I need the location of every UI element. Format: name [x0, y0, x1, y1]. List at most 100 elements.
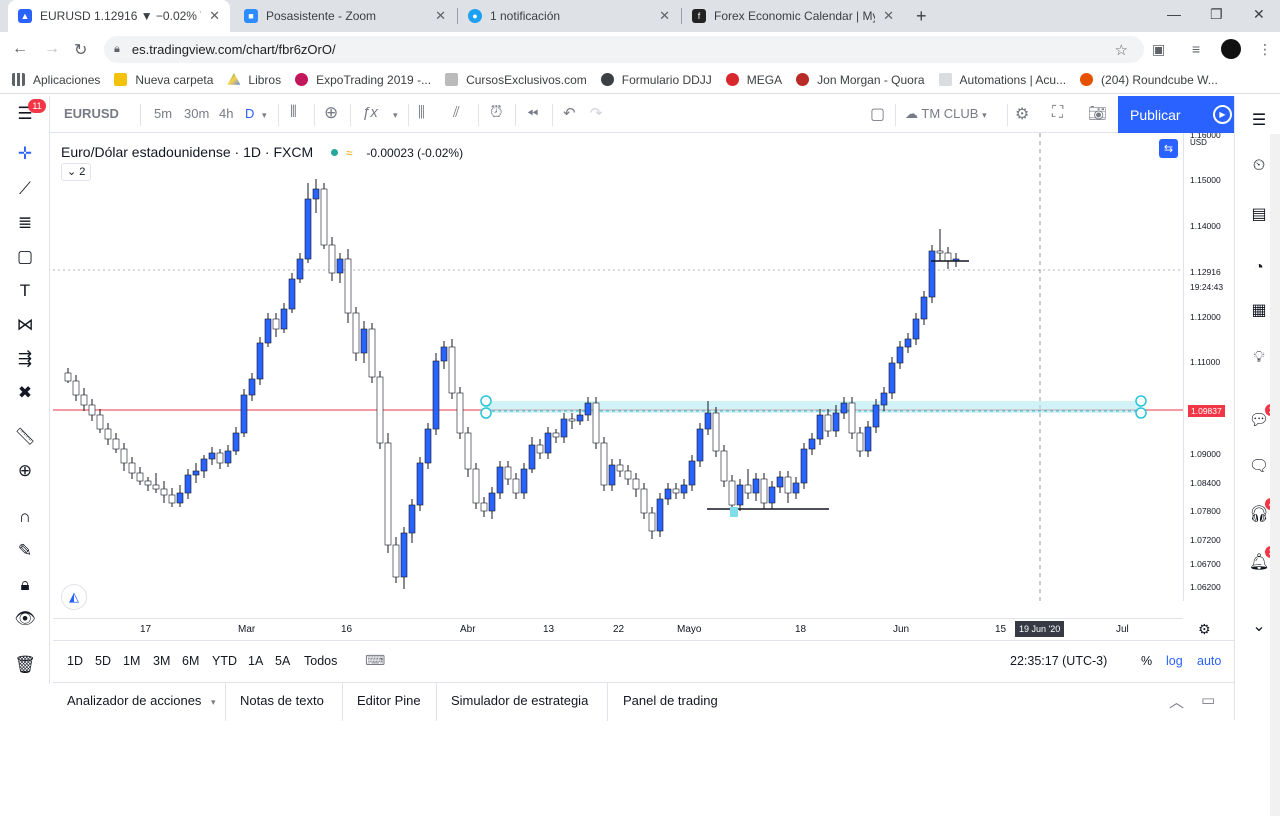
close-icon[interactable]: ✕ — [659, 8, 670, 24]
rectangle-icon[interactable]: ▢ — [12, 244, 38, 270]
chevron-down-icon[interactable]: ▾ — [262, 110, 267, 121]
avatar[interactable] — [1221, 39, 1241, 59]
page-scrollbar[interactable] — [1270, 134, 1280, 816]
interval-5m[interactable]: 5m — [154, 106, 172, 121]
draw-mode-icon[interactable]: ✎ — [12, 538, 38, 564]
fib-icon[interactable]: ≣ — [12, 210, 38, 236]
publish-button[interactable]: Publicar ▶ — [1118, 96, 1240, 133]
text-icon[interactable]: T — [12, 278, 38, 304]
goto-date-icon[interactable]: ⌨︎ — [365, 652, 385, 669]
price-scale[interactable]: USD 1.16000 1.15000 1.14000 1.12000 1.11000 1.… — [1183, 133, 1234, 601]
extension-icon[interactable]: ▣ — [1152, 41, 1165, 58]
maximize-panel-icon[interactable]: ▭ — [1201, 691, 1215, 709]
tab-text-notes[interactable]: Notas de texto — [240, 693, 324, 708]
indicators-icon[interactable]: ƒx — [362, 104, 378, 121]
bookmark-libros[interactable]: Libros — [227, 73, 281, 87]
pattern-icon[interactable]: ⋈ — [12, 312, 38, 338]
tradingview-logo-icon[interactable]: ◭ — [61, 584, 87, 610]
bookmark-folder[interactable]: Nueva carpeta — [114, 73, 213, 87]
details-icon[interactable]: ⏲︎ — [1247, 154, 1271, 178]
calendar-icon[interactable]: ▦ — [1247, 298, 1271, 322]
play-icon[interactable]: ▶ — [1213, 105, 1232, 124]
remove-icon[interactable]: ✖ — [12, 380, 38, 406]
bookmark-mega[interactable]: MEGA — [725, 73, 782, 87]
reading-list-icon[interactable]: ≡ — [1192, 41, 1200, 57]
log-scale-toggle[interactable]: log — [1166, 654, 1183, 668]
layout-icon[interactable]: ▢ — [870, 104, 885, 124]
trash-icon[interactable]: 🗑︎ — [12, 652, 38, 678]
chevron-double-down-icon[interactable]: ⌄ — [1247, 614, 1271, 638]
scroll-to-realtime-icon[interactable]: ⇆ — [1159, 139, 1178, 158]
tab-tradingview[interactable]: ▲ EURUSD 1.12916 ▼ −0.02% TM C ✕ — [8, 0, 230, 32]
layout-name[interactable]: ☁︎ TM CLUB ▾ — [905, 106, 987, 122]
financials-icon[interactable]: ⫼ — [418, 104, 425, 121]
time-scale[interactable]: 19 Jun '20 17 Mar 16 Abr 13 22 Mayo 18 Jun 15 Jul — [53, 618, 1183, 640]
tab-notification[interactable]: ● 1 notificación ✕ — [458, 0, 680, 32]
auto-scale-toggle[interactable]: auto — [1197, 654, 1221, 668]
lock-drawings-icon[interactable]: 🔒︎ — [12, 572, 38, 598]
symbol-description[interactable]: Euro/Dólar estadounidense · 1D · FXCM — [61, 144, 313, 160]
reload-icon[interactable]: ↻ — [74, 40, 87, 60]
range-5d[interactable]: 5D — [95, 654, 111, 668]
range-all[interactable]: Todos — [304, 654, 337, 668]
candlestick-chart[interactable] — [53, 133, 1183, 601]
ruler-icon[interactable]: 📏︎ — [12, 424, 38, 450]
bookmark-automations[interactable]: Automations | Acu... — [938, 73, 1066, 87]
fullscreen-icon[interactable]: ⛶ — [1052, 104, 1063, 122]
bookmark-roundcube[interactable]: (204) Roundcube W... — [1080, 73, 1218, 87]
back-icon[interactable]: ← — [12, 40, 28, 58]
range-6m[interactable]: 6M — [182, 654, 199, 668]
hotlists-icon[interactable]: ◔ — [1247, 256, 1271, 280]
compare-icon[interactable]: ⊕ — [324, 103, 338, 123]
chevron-down-icon[interactable]: ▾ — [393, 110, 398, 121]
range-5a[interactable]: 5A — [275, 654, 290, 668]
scale-settings-icon[interactable]: ⚙︎ — [1198, 621, 1211, 638]
prediction-icon[interactable]: ⇶ — [12, 346, 38, 372]
maximize-icon[interactable]: ❐ — [1210, 6, 1223, 23]
tab-myfxbook[interactable]: f Forex Economic Calendar | Myfxb ✕ — [682, 0, 904, 32]
tab-pine-editor[interactable]: Editor Pine — [357, 693, 421, 708]
watchlist-icon[interactable]: ☰ — [1247, 108, 1271, 132]
replay-icon[interactable]: ⏪︎ — [527, 105, 538, 122]
symbol-search[interactable]: EURUSD — [64, 106, 119, 121]
range-1m[interactable]: 1M — [123, 654, 140, 668]
messages-icon[interactable]: 🗨︎ — [1247, 454, 1271, 478]
tab-zoom[interactable]: ■ Posasistente - Zoom ✕ — [234, 0, 456, 32]
tab-strategy-tester[interactable]: Simulador de estrategia — [451, 693, 588, 708]
forward-icon[interactable]: → — [44, 40, 60, 58]
trendline-icon[interactable]: ⟋ — [12, 176, 38, 202]
chevron-up-icon[interactable]: ︿ — [1169, 691, 1184, 712]
close-window-icon[interactable]: ✕ — [1253, 6, 1265, 23]
bookmark-expotrading[interactable]: ExpoTrading 2019 -... — [295, 73, 431, 87]
range-1a[interactable]: 1A — [248, 654, 263, 668]
bookmark-star-icon[interactable]: ☆ — [1115, 41, 1128, 59]
bookmark-cursos[interactable]: CursosExclusivos.com — [445, 73, 587, 87]
undo-icon[interactable]: ↶ — [563, 104, 576, 122]
tab-stock-screener[interactable]: Analizador de acciones ▾ — [67, 693, 216, 708]
zoom-in-icon[interactable]: ⊕ — [12, 458, 38, 484]
range-3m[interactable]: 3M — [153, 654, 170, 668]
camera-icon[interactable]: 📷︎ — [1088, 104, 1107, 122]
redo-icon[interactable]: ↷ — [590, 104, 603, 122]
new-tab-icon[interactable]: + — [916, 6, 927, 27]
close-icon[interactable]: ✕ — [435, 8, 446, 24]
settings-gear-icon[interactable]: ⚙︎ — [1015, 104, 1029, 124]
news-icon[interactable]: ▤ — [1247, 202, 1271, 226]
bookmark-quora[interactable]: Jon Morgan - Quora — [796, 73, 925, 87]
interval-4h[interactable]: 4h — [219, 106, 233, 121]
percent-scale-toggle[interactable]: % — [1141, 654, 1152, 668]
close-icon[interactable]: ✕ — [883, 8, 894, 24]
magnet-icon[interactable]: ∩ — [12, 504, 38, 530]
tab-trading-panel[interactable]: Panel de trading — [623, 693, 718, 708]
url-input[interactable]: 🔒︎ es.tradingview.com/chart/fbr6zOrO/ ☆ — [104, 36, 1144, 63]
interval-d[interactable]: D — [245, 106, 254, 121]
ideas-stream-icon[interactable]: 💡︎ — [1247, 346, 1271, 370]
bookmark-formulario[interactable]: Formulario DDJJ — [600, 73, 712, 87]
templates-icon[interactable]: ⫽ — [453, 104, 460, 121]
range-ytd[interactable]: YTD — [212, 654, 237, 668]
chart-pane[interactable] — [53, 133, 1183, 601]
minimize-icon[interactable]: — — [1167, 6, 1181, 22]
crosshair-icon[interactable]: ✛ — [12, 141, 38, 167]
interval-30m[interactable]: 30m — [184, 106, 209, 121]
menu-dots-icon[interactable]: ⋮ — [1258, 41, 1272, 58]
